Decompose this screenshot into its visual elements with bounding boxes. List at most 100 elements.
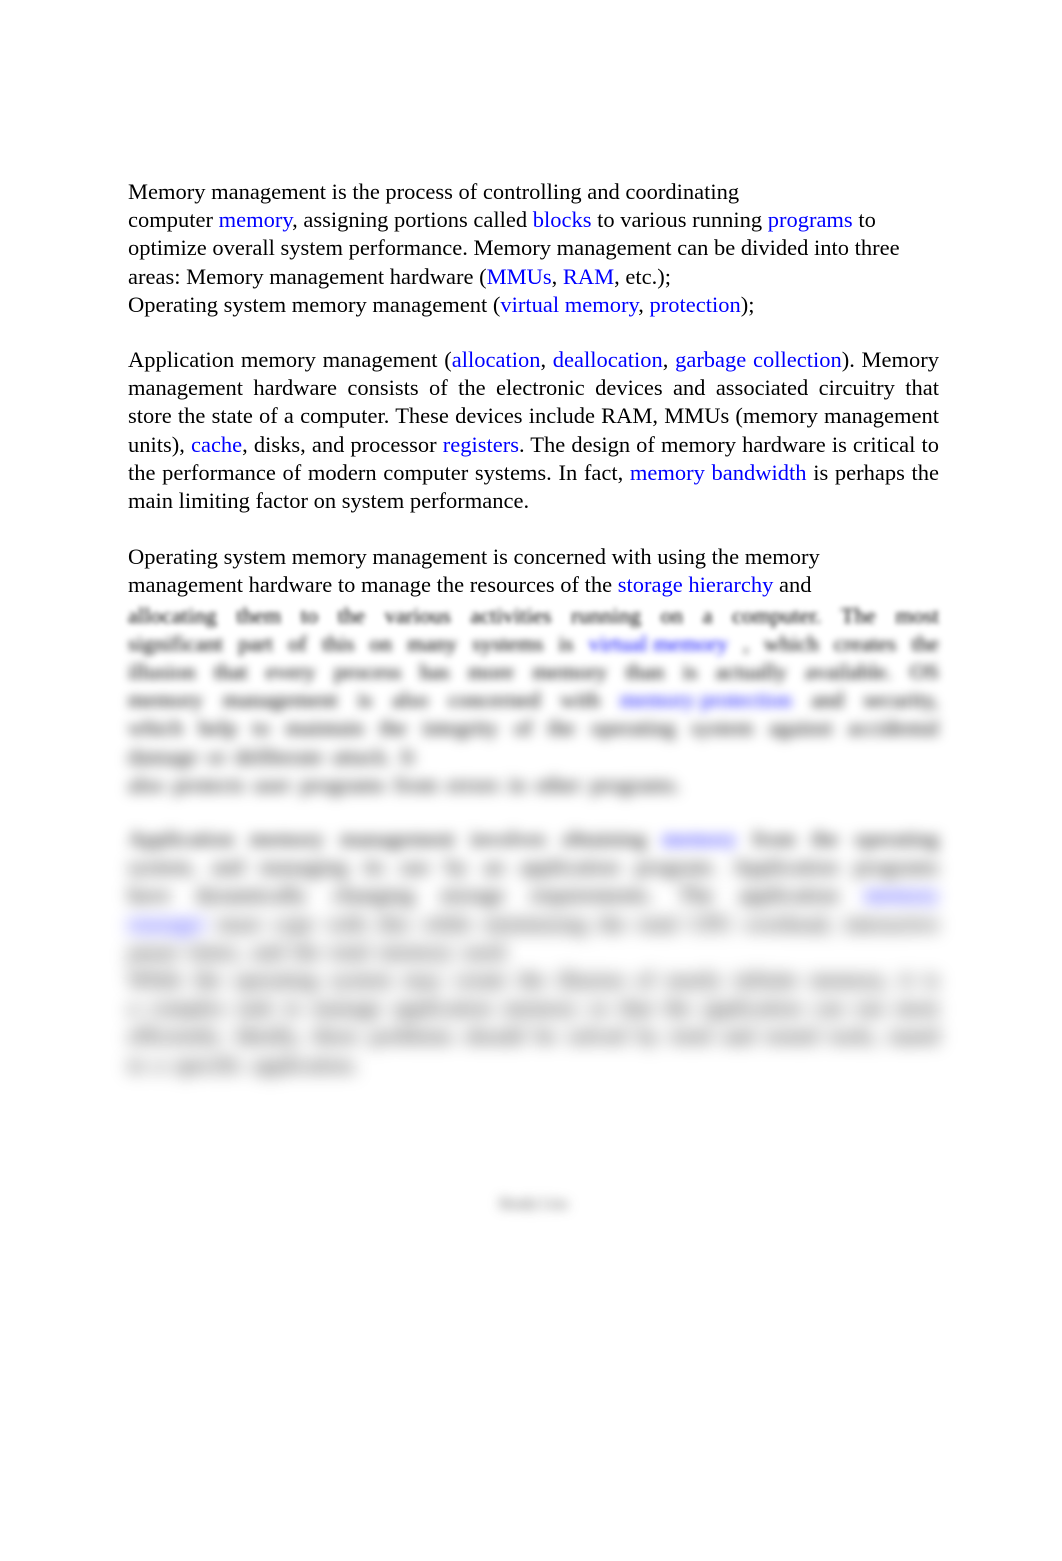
blurred-line: also protects user programs from errors in othe… (128, 771, 939, 799)
link-blocks[interactable]: blocks (533, 207, 592, 232)
blurred-word: The (678, 882, 714, 908)
blurred-word: memory (503, 995, 579, 1021)
blurred-word: application. (252, 1051, 359, 1077)
link-programs[interactable]: programs (768, 207, 853, 232)
blurred-line: memory management is also concerned with memor… (128, 686, 939, 714)
blurred-word: while (421, 910, 472, 936)
blurred-link[interactable]: virtual memory (589, 630, 728, 658)
blurred-word: the (663, 995, 692, 1021)
blurred-line: manager must cope with this while minimizing th… (128, 910, 939, 938)
blurred-word: to (283, 995, 302, 1021)
blurred-word: total (637, 910, 678, 936)
link-storage-hierarchy[interactable]: storage hierarchy (618, 572, 774, 597)
blurred-word: so (588, 995, 609, 1021)
blurred-word: tools, (828, 1023, 879, 1049)
blurred-word: create (453, 967, 507, 993)
blurred-word: or (206, 743, 226, 769)
link-memory[interactable]: memory (219, 207, 293, 232)
blurred-word: a (128, 995, 138, 1021)
blurred-word: Application (128, 826, 235, 852)
blurred-link[interactable]: memory protection (620, 686, 792, 714)
link-registers[interactable]: registers (443, 432, 519, 457)
link-cache[interactable]: cache (191, 432, 242, 457)
blurred-word: infinite (733, 967, 799, 993)
blurred-word: many (407, 630, 458, 656)
blurred-word: CPU (689, 910, 733, 936)
blurred-word: illusion (557, 967, 625, 993)
blurred-word: by (636, 1023, 660, 1049)
blurred-word: to (252, 715, 270, 741)
blurred-word: operating (590, 715, 676, 741)
blurred-word: can (812, 995, 844, 1021)
blurred-word: system, (128, 854, 197, 880)
blurred-line: to a specific application. (128, 1051, 939, 1079)
blurred-word: against (768, 715, 833, 741)
blurred-word: system (690, 715, 754, 741)
blurred-word: , (743, 630, 749, 656)
blurred-word: to (128, 1051, 146, 1077)
blurred-word: than (625, 659, 665, 685)
blurred-word: tuned (888, 1023, 939, 1049)
blurred-word: that (213, 659, 248, 685)
link-ram[interactable]: RAM (563, 264, 614, 289)
link-garbage-collection[interactable]: garbage collection (675, 347, 842, 372)
blurred-word: this (321, 630, 355, 656)
blurred-word: which (763, 630, 819, 656)
blurred-line: system, and managing its use by an application p… (128, 853, 939, 881)
blurred-word: application (738, 882, 839, 908)
blurred-link[interactable]: memory (662, 825, 737, 853)
blurred-word: also (392, 687, 429, 713)
blurred-word: the (547, 715, 576, 741)
footer-text: Ready Lisa (499, 1196, 568, 1212)
blurred-word: the (911, 630, 939, 656)
document-page: Memory management is the process of cont… (0, 0, 1062, 1561)
blurred-word: the (194, 967, 222, 993)
blurred-word: managing (259, 854, 349, 880)
blurred-word: be (535, 1023, 557, 1049)
link-allocation[interactable]: allocation (452, 347, 541, 372)
link-deallocation[interactable]: deallocation (553, 347, 663, 372)
blurred-word: security, (863, 687, 939, 713)
blurred-word: has (419, 659, 450, 685)
blurred-word: of (513, 715, 533, 741)
blurred-word: run (854, 995, 885, 1021)
blurred-word: errors (446, 771, 500, 797)
blurred-word: memory (378, 938, 454, 964)
blurred-word: must (216, 910, 261, 936)
blurred-word: accidental (847, 715, 939, 741)
blurred-word: overhead, (744, 910, 833, 936)
blurred-word: damage (128, 743, 198, 769)
blurred-link[interactable]: manager (128, 910, 205, 938)
link-protection[interactable]: protection (650, 292, 741, 317)
blurred-word: the (598, 910, 627, 936)
blurred-word: specific (173, 1051, 244, 1077)
paragraph-spacer-2 (128, 515, 939, 543)
blurred-word: concerned (447, 687, 541, 713)
blurred-word: requirements. (530, 882, 654, 908)
p1-text-2: computer (128, 207, 219, 233)
blurred-word: other (534, 771, 581, 797)
paragraph-spacer-1 (128, 319, 939, 346)
blurred-text-region: allocating them to the various activities runn… (128, 600, 939, 1089)
blurred-word: operating (233, 967, 319, 993)
blurred-word: total (329, 938, 370, 964)
blurred-word: an (483, 854, 505, 880)
blurred-word: The (840, 602, 876, 628)
link-memory-bandwidth[interactable]: memory bandwidth (630, 460, 807, 485)
blurred-word: programs. (589, 771, 681, 797)
paragraph-2: Application memory management (allocatio… (128, 346, 939, 515)
paragraph-3-sharp-2: management hardware to manage the resour… (128, 571, 939, 599)
blurred-word: storage (439, 882, 505, 908)
blurred-word: is (357, 687, 373, 713)
link-virtual-memory[interactable]: virtual memory (500, 292, 638, 317)
blurred-line: illusion that every process has more memory tha… (128, 658, 939, 686)
blurred-word: and (811, 687, 844, 713)
blurred-word: efficiently. (128, 1023, 225, 1049)
blurred-link[interactable]: memory (864, 881, 939, 909)
blurred-word: and (251, 938, 285, 964)
blurred-line: efficiently. Ideally, these problems should b… (128, 1022, 939, 1050)
link-mmus[interactable]: MMUs (487, 264, 552, 289)
blurred-word: times, (188, 938, 243, 964)
blurred-word: available. (805, 659, 892, 685)
blurred-word: process (333, 659, 402, 685)
